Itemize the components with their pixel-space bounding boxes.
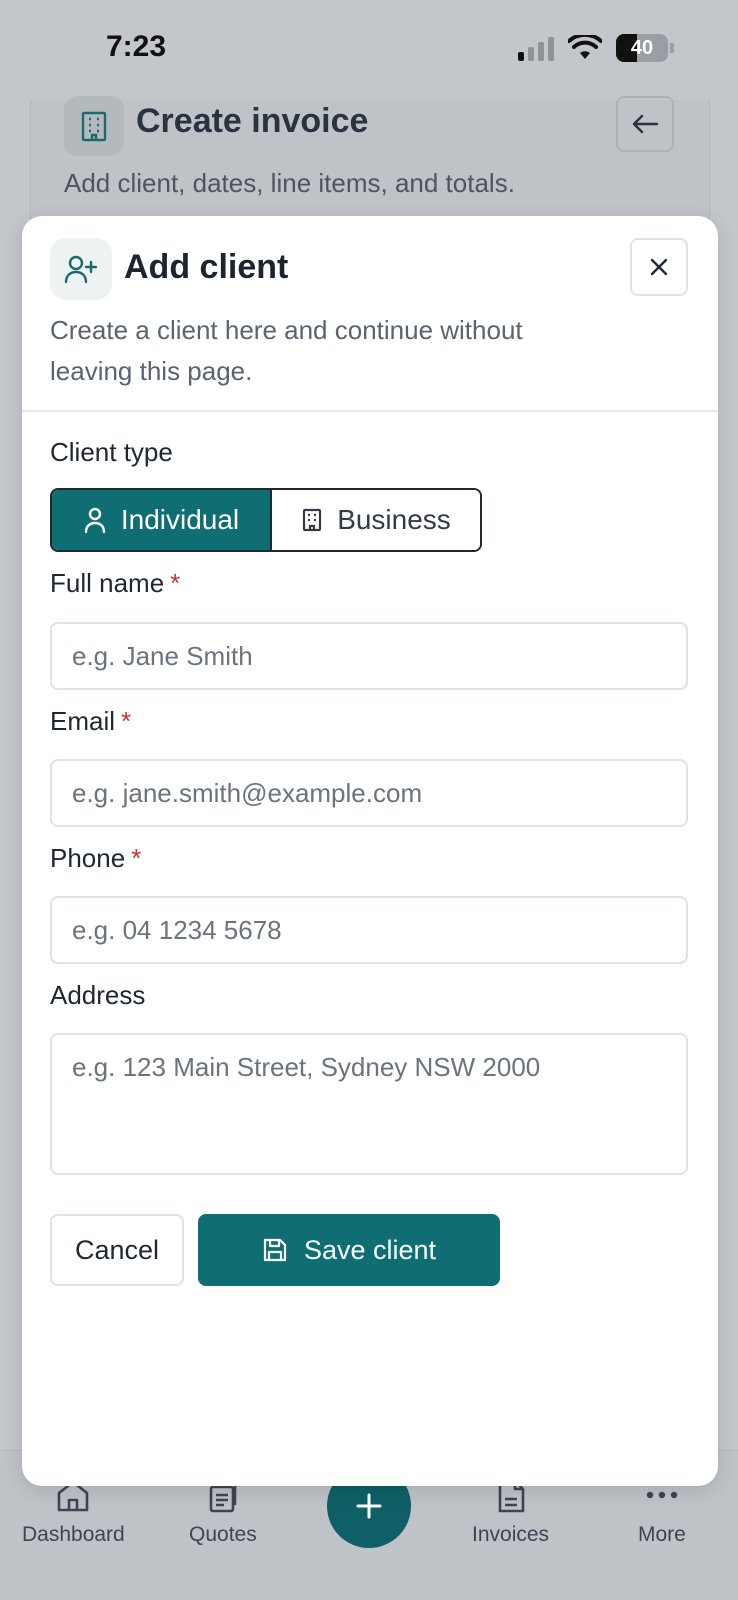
full-name-label: Full name * [50, 568, 180, 599]
battery-level: 40 [630, 36, 654, 59]
nav-item-dashboard[interactable]: Dashboard [22, 1479, 125, 1547]
client-type-individual-label: Individual [120, 504, 240, 535]
cancel-button[interactable]: Cancel [50, 1214, 184, 1286]
client-type-label: Client type [50, 437, 173, 467]
plus-icon [356, 1493, 382, 1519]
email-input[interactable] [50, 759, 688, 827]
required-mark: * [170, 568, 181, 598]
email-label: Email * [50, 706, 131, 737]
wifi-icon [568, 35, 602, 59]
nav-label: More [638, 1523, 686, 1546]
status-bar: 7:23 40 [0, 0, 738, 100]
phone-input[interactable] [50, 896, 688, 964]
client-type-toggle: Individual Business [50, 488, 482, 552]
modal-title: Add client [124, 248, 289, 286]
close-icon [650, 258, 668, 276]
nav-label: Dashboard [22, 1523, 125, 1546]
full-name-input[interactable] [50, 622, 688, 690]
required-mark: * [121, 706, 132, 736]
add-client-modal: Add client Create a client here and cont… [22, 216, 718, 1486]
nav-item-quotes[interactable]: Quotes [189, 1479, 257, 1547]
required-mark: * [131, 843, 142, 873]
cellular-signal-icon [518, 35, 554, 61]
modal-divider [22, 410, 718, 412]
phone-label: Phone * [50, 843, 141, 874]
arrow-left-icon[interactable] [616, 96, 674, 152]
email-label-text: Email [50, 706, 116, 736]
building-icon [64, 96, 124, 156]
client-type-individual[interactable]: Individual [52, 490, 270, 550]
building-icon [303, 508, 322, 532]
phone-label-text: Phone [50, 843, 126, 873]
save-client-button[interactable]: Save client [198, 1214, 500, 1286]
client-type-business-label: Business [337, 504, 451, 535]
nav-item-more[interactable]: More [638, 1479, 686, 1547]
close-button[interactable] [630, 238, 688, 296]
status-time: 7:23 [106, 30, 167, 63]
page-subtitle: Add client, dates, line items, and total… [64, 168, 515, 198]
save-client-label: Save client [303, 1234, 437, 1265]
user-icon [84, 507, 106, 533]
client-type-business[interactable]: Business [270, 490, 480, 550]
nav-label: Quotes [189, 1523, 257, 1546]
modal-description: Create a client here and continue withou… [50, 315, 523, 386]
battery-icon: 40 [616, 34, 674, 62]
user-plus-icon [50, 238, 112, 300]
address-label: Address [50, 980, 146, 1010]
nav-item-invoices[interactable]: Invoices [472, 1479, 549, 1547]
status-icons: 40 [518, 34, 674, 62]
full-name-label-text: Full name [50, 568, 165, 598]
floppy-disk-icon [263, 1238, 287, 1262]
address-textarea[interactable] [50, 1033, 688, 1175]
page-title: Create invoice [136, 102, 369, 140]
nav-label: Invoices [472, 1523, 550, 1546]
